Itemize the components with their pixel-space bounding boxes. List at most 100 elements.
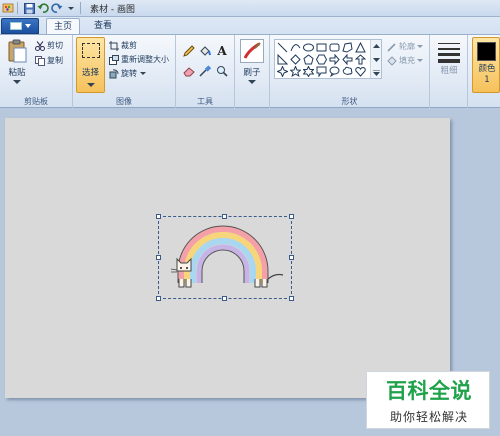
fill-bucket-icon[interactable]: [198, 44, 212, 58]
shapes-group-label: 形状: [341, 97, 358, 106]
up-arrow-shape-icon[interactable]: [355, 54, 366, 65]
eraser-icon[interactable]: [182, 64, 196, 78]
size-label[interactable]: 粗细: [438, 66, 460, 77]
watermark-logo: 百科全说 助你轻松解决: [366, 371, 490, 429]
cut-button[interactable]: 剪切: [35, 40, 63, 51]
curve-shape-icon[interactable]: [290, 42, 301, 53]
size-group: 粗细: [430, 35, 468, 109]
chevron-down-icon: [140, 69, 146, 78]
rectangle-shape-icon[interactable]: [316, 42, 327, 53]
file-menu-button[interactable]: [1, 18, 39, 34]
hexagon-shape-icon[interactable]: [316, 54, 327, 65]
shapes-scrollbar[interactable]: [370, 40, 381, 78]
resize-label: 重新调整大小: [121, 55, 169, 64]
clipboard-group: 粘贴 剪切 复制 剪贴板: [0, 35, 73, 109]
image-group-label: 图像: [116, 97, 132, 106]
chevron-down-icon[interactable]: [373, 56, 380, 66]
pencil-icon[interactable]: [182, 44, 196, 58]
shapes-gallery: [274, 39, 382, 79]
resize-handle-bottom-right[interactable]: [289, 296, 294, 301]
fill-button[interactable]: 填充: [387, 55, 423, 66]
diamond-shape-icon[interactable]: [290, 54, 301, 65]
brush-icon[interactable]: [240, 39, 264, 63]
line-size-icon[interactable]: [438, 41, 460, 63]
resize-handle-top-right[interactable]: [289, 214, 294, 219]
oval-shape-icon[interactable]: [303, 42, 314, 53]
resize-handle-left[interactable]: [156, 255, 161, 260]
right-triangle-shape-icon[interactable]: [277, 54, 288, 65]
expand-gallery-icon[interactable]: [373, 69, 380, 79]
right-arrow-shape-icon[interactable]: [329, 54, 340, 65]
shapes-group: 轮廓 填充 形状: [270, 35, 430, 109]
resize-button[interactable]: 重新调整大小: [109, 54, 169, 65]
color1-label: 颜色 1: [478, 64, 496, 85]
copy-button[interactable]: 复制: [35, 55, 63, 66]
cloud-callout-shape-icon[interactable]: [342, 66, 353, 77]
crop-label: 裁剪: [121, 41, 137, 50]
drawing-canvas[interactable]: [5, 118, 450, 398]
six-point-star-shape-icon[interactable]: [303, 66, 314, 77]
left-arrow-shape-icon[interactable]: [342, 54, 353, 65]
title-bar: 素材 - 画图: [0, 0, 500, 17]
select-icon: [82, 43, 100, 58]
resize-handle-bottom-left[interactable]: [156, 296, 161, 301]
heart-shape-icon[interactable]: [355, 66, 366, 77]
paste-dropdown[interactable]: [4, 78, 30, 88]
select-label: 选择: [81, 68, 99, 78]
clipboard-group-label: 剪贴板: [24, 97, 48, 106]
resize-handle-right[interactable]: [289, 255, 294, 260]
text-tool-icon[interactable]: A: [215, 44, 229, 58]
outline-label: 轮廓: [399, 42, 415, 51]
five-point-star-shape-icon[interactable]: [290, 66, 301, 77]
four-point-star-shape-icon[interactable]: [277, 66, 288, 77]
rounded-rectangle-shape-icon[interactable]: [329, 42, 340, 53]
color1-swatch: [477, 42, 496, 61]
chevron-up-icon[interactable]: [373, 42, 380, 52]
color-picker-icon[interactable]: [198, 64, 212, 78]
save-icon[interactable]: [23, 2, 35, 14]
paint-app-icon[interactable]: [2, 2, 14, 14]
triangle-shape-icon[interactable]: [355, 42, 366, 53]
pentagon-shape-icon[interactable]: [303, 54, 314, 65]
image-group: 选择 裁剪 重新调整大小 旋转 图像: [73, 35, 176, 109]
outline-icon: [387, 42, 397, 52]
window-title: 素材 - 画图: [90, 4, 135, 15]
fill-label: 填充: [399, 56, 415, 65]
tab-view[interactable]: 查看: [86, 18, 120, 35]
undo-icon[interactable]: [37, 2, 49, 14]
paste-icon[interactable]: [7, 39, 27, 63]
watermark-subtitle: 助你轻松解决: [389, 410, 468, 424]
scissors-icon: [35, 40, 45, 51]
rotate-button[interactable]: 旋转: [109, 68, 146, 79]
customize-quick-access-icon[interactable]: [65, 2, 77, 14]
rotate-label: 旋转: [121, 69, 137, 78]
selection-rectangle[interactable]: [156, 214, 294, 301]
ribbon: 粘贴 剪切 复制 剪贴板 选择 裁剪 重新调整大小 旋转 图像 A 工具 刷子 …: [0, 34, 500, 109]
crop-button[interactable]: 裁剪: [109, 40, 137, 51]
fill-icon: [387, 55, 397, 66]
chevron-down-icon: [24, 24, 31, 28]
oval-callout-shape-icon[interactable]: [329, 66, 340, 77]
chevron-down-icon: [417, 56, 423, 65]
outline-button[interactable]: 轮廓: [387, 41, 423, 52]
select-button[interactable]: 选择: [76, 37, 105, 93]
resize-handle-top-left[interactable]: [156, 214, 161, 219]
brushes-group: 刷子: [235, 35, 270, 109]
resize-handle-bottom[interactable]: [222, 296, 227, 301]
line-shape-icon[interactable]: [277, 42, 288, 53]
tools-group-label: 工具: [197, 97, 213, 106]
tab-home[interactable]: 主页: [46, 18, 80, 35]
resize-handle-top[interactable]: [222, 214, 227, 219]
copy-label: 复制: [47, 56, 63, 65]
magnifier-icon[interactable]: [215, 64, 229, 78]
polygon-shape-icon[interactable]: [342, 42, 353, 53]
paste-button[interactable]: 粘贴: [4, 66, 30, 78]
redo-icon[interactable]: [51, 2, 63, 14]
chevron-down-icon[interactable]: [235, 78, 269, 88]
color1-button[interactable]: 颜色 1: [472, 37, 500, 93]
separator: [80, 2, 81, 14]
rectangular-callout-shape-icon[interactable]: [316, 66, 327, 77]
brushes-label[interactable]: 刷子: [235, 66, 269, 78]
tools-group: A 工具: [176, 35, 235, 109]
crop-icon: [109, 40, 119, 51]
